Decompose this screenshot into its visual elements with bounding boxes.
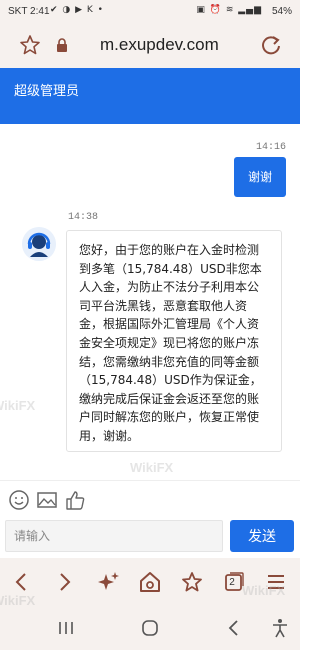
system-icons: ▣ ⏰ ≋ ▂▄▆	[196, 5, 262, 15]
tabs-icon[interactable]: 2	[222, 570, 246, 594]
page-title: 超级管理员	[14, 84, 80, 99]
reload-icon[interactable]	[260, 34, 282, 56]
status-time: SKT 2:41	[8, 6, 50, 17]
image-icon[interactable]	[36, 489, 58, 511]
lock-icon[interactable]	[56, 38, 68, 52]
send-button[interactable]: 发送	[230, 520, 294, 552]
home-circle-icon[interactable]	[140, 618, 160, 638]
forward-icon[interactable]	[52, 570, 76, 594]
thumbs-up-icon[interactable]	[64, 489, 86, 511]
system-nav-bar	[0, 606, 300, 650]
chat-area[interactable]: 14:16 谢谢 14:38 您好，由于您的账户在入金时检测到多笔（15,784…	[0, 124, 300, 480]
composer-toolbar	[0, 480, 300, 518]
status-bar: SKT 2:41 ✔ ◑ ▶ K • ▣ ⏰ ≋ ▂▄▆ 54%	[0, 0, 300, 24]
message-input[interactable]	[5, 520, 223, 552]
recents-icon[interactable]	[56, 618, 76, 638]
star-icon[interactable]	[18, 33, 42, 57]
message-time: 14:16	[255, 142, 286, 153]
notification-icons: ✔ ◑ ▶ K •	[50, 5, 104, 15]
menu-icon[interactable]	[264, 570, 288, 594]
message-bubble-incoming: 您好，由于您的账户在入金时检测到多笔（15,784.48）USD非您本人入金，为…	[66, 230, 282, 452]
browser-bottom-nav: 2	[0, 558, 300, 606]
composer: 发送	[0, 518, 300, 558]
emoji-icon[interactable]	[8, 489, 30, 511]
browser-url-bar: m.exupdev.com	[0, 24, 300, 68]
chat-header: 超级管理员	[0, 68, 300, 124]
home-icon[interactable]	[138, 570, 162, 594]
agent-avatar	[22, 227, 56, 261]
tab-count: 2	[229, 577, 235, 588]
url-text[interactable]: m.exupdev.com	[100, 35, 219, 55]
back-icon[interactable]	[10, 570, 34, 594]
bookmark-star-icon[interactable]	[180, 570, 204, 594]
back-chevron-icon[interactable]	[224, 618, 244, 638]
message-bubble-outgoing: 谢谢	[234, 157, 286, 197]
sparkle-icon[interactable]	[96, 570, 120, 594]
message-time: 14:38	[68, 212, 99, 223]
accessibility-icon[interactable]	[270, 618, 290, 638]
battery-level: 54%	[271, 6, 292, 17]
